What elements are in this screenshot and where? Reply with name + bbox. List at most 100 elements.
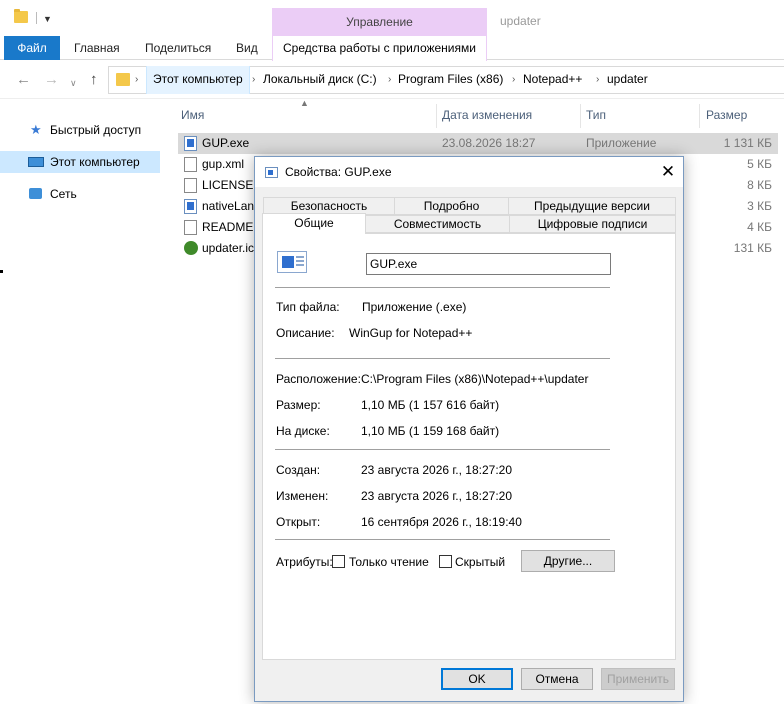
divider [275, 287, 610, 288]
modified-label: Изменен: [276, 489, 329, 503]
attributes-label: Атрибуты: [276, 555, 333, 569]
on-disk-label: На диске: [276, 424, 330, 438]
cancel-button[interactable]: Отмена [521, 668, 593, 690]
document-icon [184, 220, 197, 235]
divider [275, 449, 610, 450]
folder-icon[interactable] [14, 9, 28, 23]
tab-digital-signatures[interactable]: Цифровые подписи [509, 215, 676, 233]
column-divider[interactable] [580, 104, 581, 128]
file-type-label: Тип файла: [276, 300, 340, 314]
column-header-size[interactable]: Размер [706, 104, 747, 126]
file-size: 4 КБ [747, 220, 772, 234]
sort-ascending-icon: ▲ [300, 98, 309, 108]
breadcrumb-notepad[interactable]: Notepad++ [523, 66, 582, 94]
tab-file[interactable]: Файл [4, 36, 60, 60]
nav-network[interactable]: Сеть [24, 184, 77, 204]
application-icon [184, 136, 197, 151]
file-size: 131 КБ [733, 241, 772, 255]
quick-access-dropdown-icon[interactable]: ▼ [43, 14, 52, 24]
on-disk-value: 1,10 МБ (1 159 168 байт) [361, 424, 500, 438]
file-size: 5 КБ [747, 157, 772, 171]
nav-quick-access[interactable]: ★ Быстрый доступ [24, 120, 141, 140]
star-icon: ★ [30, 122, 42, 137]
description-label: Описание: [276, 326, 335, 340]
size-value: 1,10 МБ (1 157 616 байт) [361, 398, 500, 412]
tab-home[interactable]: Главная [74, 36, 120, 60]
other-attributes-button[interactable]: Другие... [521, 550, 615, 572]
file-name: updater.ic [202, 241, 255, 255]
file-name: LICENSE [202, 178, 254, 192]
file-date: 23.08.2026 18:27 [442, 136, 536, 150]
forward-arrow-icon[interactable]: → [44, 72, 59, 88]
column-header-date[interactable]: Дата изменения [442, 104, 532, 126]
location-label: Расположение: [276, 372, 361, 386]
file-row[interactable]: GUP.exe 23.08.2026 18:27 Приложение 1 13… [178, 133, 778, 154]
description-value: WinGup for Notepad++ [349, 326, 473, 340]
document-icon [184, 178, 197, 193]
nav-item-label: Сеть [50, 187, 77, 201]
address-folder-icon [116, 73, 130, 86]
column-header-type[interactable]: Тип [586, 104, 606, 126]
nav-this-pc[interactable]: Этот компьютер [24, 152, 140, 172]
close-icon[interactable]: ✕ [653, 157, 683, 187]
breadcrumb-local-disk[interactable]: Локальный диск (C:) [263, 66, 377, 94]
properties-dialog: Свойства: GUP.exe ✕ Безопасность Подробн… [254, 156, 684, 702]
crumb-separator-icon[interactable]: › [596, 66, 599, 94]
up-arrow-icon[interactable]: ↑ [90, 72, 98, 88]
column-divider[interactable] [436, 104, 437, 128]
edge-marker [0, 270, 3, 273]
breadcrumb-program-files[interactable]: Program Files (x86) [398, 66, 503, 94]
crumb-separator-icon[interactable]: › [388, 66, 391, 94]
toolbar-separator [36, 12, 37, 24]
dialog-title: Свойства: GUP.exe [255, 157, 683, 187]
tab-previous-versions[interactable]: Предыдущие версии [508, 197, 676, 215]
file-name: README.r [202, 220, 261, 234]
tab-general[interactable]: Общие [262, 213, 366, 234]
divider [275, 358, 610, 359]
tab-application-tools[interactable]: Средства работы с приложениями [272, 36, 487, 61]
readonly-label[interactable]: Только чтение [349, 555, 429, 569]
column-divider[interactable] [699, 104, 700, 128]
file-size: 3 КБ [747, 199, 772, 213]
crumb-separator-icon[interactable]: › [512, 66, 515, 94]
window-title: updater [500, 14, 541, 28]
xml-file-icon [184, 157, 197, 172]
application-icon [277, 251, 307, 273]
readonly-checkbox[interactable] [332, 555, 345, 568]
tab-view[interactable]: Вид [236, 36, 258, 60]
accessed-value: 16 сентября 2026 г., 18:19:40 [361, 515, 522, 529]
tab-details[interactable]: Подробно [394, 197, 509, 215]
context-group-manage: Управление [272, 8, 487, 36]
tab-share[interactable]: Поделиться [145, 36, 211, 60]
file-type: Приложение [586, 136, 657, 150]
file-name-input[interactable]: GUP.exe [366, 253, 611, 275]
application-icon [265, 167, 278, 178]
divider [275, 539, 610, 540]
file-size: 1 131 КБ [723, 136, 772, 150]
column-header-name[interactable]: Имя [181, 104, 204, 126]
created-label: Создан: [276, 463, 321, 477]
size-label: Размер: [276, 398, 321, 412]
breadcrumb-this-pc[interactable]: Этот компьютер [146, 66, 250, 94]
tab-panel-general [262, 233, 676, 660]
network-icon [29, 188, 42, 199]
file-size: 8 КБ [747, 178, 772, 192]
recent-chevron-icon[interactable]: ∨ [70, 75, 77, 91]
file-name: GUP.exe [202, 136, 250, 150]
crumb-separator-icon[interactable]: › [135, 66, 138, 94]
hidden-checkbox[interactable] [439, 555, 452, 568]
back-arrow-icon[interactable]: ← [16, 72, 31, 88]
file-name: nativeLan [202, 199, 255, 213]
tab-compatibility[interactable]: Совместимость [365, 215, 510, 233]
nav-item-label: Быстрый доступ [50, 123, 142, 137]
file-name: gup.xml [202, 157, 245, 171]
hidden-label[interactable]: Скрытый [455, 555, 505, 569]
location-value: C:\Program Files (x86)\Notepad++\updater [361, 372, 589, 386]
modified-value: 23 августа 2026 г., 18:27:20 [361, 489, 512, 503]
created-value: 23 августа 2026 г., 18:27:20 [361, 463, 512, 477]
apply-button[interactable]: Применить [601, 668, 675, 690]
application-icon [184, 199, 197, 214]
crumb-separator-icon[interactable]: › [252, 66, 255, 94]
breadcrumb-updater[interactable]: updater [607, 66, 648, 94]
ok-button[interactable]: OK [441, 668, 513, 690]
